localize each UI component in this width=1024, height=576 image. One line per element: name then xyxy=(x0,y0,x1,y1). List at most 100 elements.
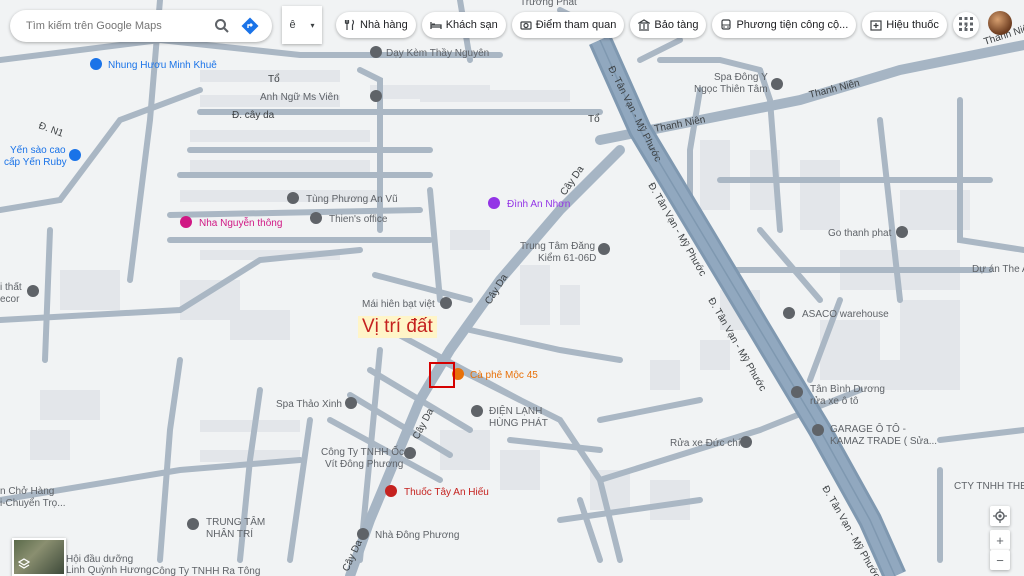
poi-label-tan-binh-duong-1: Tân Bình Dương xyxy=(810,384,885,395)
poi-label-cong-ty-oc-2: Vít Đông Phương xyxy=(325,459,403,470)
poi-label-noi-that-1: i thất xyxy=(0,281,22,293)
zoom-out-button[interactable]: − xyxy=(990,550,1010,570)
caret-down-icon: ▾ xyxy=(310,20,315,30)
poi-label-dien-lanh-2: HÙNG PHÁT xyxy=(489,416,548,429)
layers-button[interactable] xyxy=(12,538,66,576)
layers-icon xyxy=(18,558,30,569)
poi-label-yen-sao-1: Yến sào cao xyxy=(10,144,66,156)
poi-label-cong-ty-ra: Công Ty TNHH Ra Tông xyxy=(152,566,260,576)
directions-button[interactable] xyxy=(236,12,264,40)
poi-label-go-thanh-phat: Go thanh phat xyxy=(828,228,892,239)
minus-icon: − xyxy=(996,552,1004,568)
language-toggle[interactable]: ê ▾ xyxy=(282,6,322,44)
category-chips: Nhà hàng Khách sạn Điểm tham quan Bảo tà… xyxy=(336,12,979,38)
location-annotation: Vị trí đất xyxy=(358,316,437,338)
poi-label-dien-lanh-1: ĐIỆN LẠNH xyxy=(489,404,542,417)
poi-label-nha-dong-phuong: Nhà Đông Phương xyxy=(375,530,459,541)
poi-label-garage-1: GARAGE Ô TÔ - xyxy=(830,422,906,435)
apps-grid-icon xyxy=(959,17,973,31)
poi-label-thiens-office: Thien's office xyxy=(329,214,388,225)
street-label-to-1: Tổ xyxy=(268,73,280,85)
poi-pin-icon[interactable] xyxy=(488,197,500,209)
museum-icon xyxy=(638,19,651,31)
poi-label-dinh-an-nhon: Đình An Nhơn xyxy=(507,199,570,210)
search-box xyxy=(10,10,272,42)
poi-pin-icon[interactable] xyxy=(812,424,824,436)
crosshair-icon xyxy=(993,509,1007,523)
poi-pin-icon[interactable] xyxy=(90,58,102,70)
poi-label-yen-sao-2: cấp Yến Ruby xyxy=(4,156,67,168)
apps-button[interactable] xyxy=(956,14,976,34)
chip-museums[interactable]: Bảo tàng xyxy=(630,12,707,38)
map-canvas[interactable]: Thanh Niên Thanh Niên Thanh Niên Đ. Tân … xyxy=(0,0,1024,576)
poi-label-cong-ty-oc-1: Công Ty TNHH Ốc xyxy=(321,444,404,458)
poi-pin-icon[interactable] xyxy=(345,397,357,409)
poi-pin-icon[interactable] xyxy=(370,46,382,58)
poi-label-spa-dong-y-1: Spa Đông Y xyxy=(714,72,768,83)
poi-label-asaco: ASACO warehouse xyxy=(802,309,889,320)
poi-label-tan-binh-duong-2: rửa xe ô tô xyxy=(810,395,859,407)
chip-attractions[interactable]: Điểm tham quan xyxy=(511,12,625,38)
poi-label-anh-ngu: Anh Ngữ Ms Viên xyxy=(260,92,339,103)
poi-label-spa-thao: Spa Thảo Xinh xyxy=(276,399,342,410)
poi-label-noi-that-2: ecor xyxy=(0,294,20,305)
search-input[interactable] xyxy=(24,19,208,33)
chip-label: Điểm tham quan xyxy=(535,19,617,31)
poi-pin-icon[interactable] xyxy=(471,405,483,417)
poi-label-truong-phat: Trương Phát xyxy=(520,0,577,8)
fork-knife-icon xyxy=(344,19,355,30)
poi-label-spa-dong-y-2: Ngọc Thiên Tâm xyxy=(694,84,768,95)
poi-label-tung-phuong: Tùng Phương An Vũ xyxy=(306,194,398,205)
street-label-to-2: Tổ xyxy=(588,113,600,125)
directions-icon xyxy=(241,17,259,35)
poi-pin-icon[interactable] xyxy=(370,90,382,102)
poi-pin-icon[interactable] xyxy=(791,386,803,398)
poi-pin-icon[interactable] xyxy=(404,447,416,459)
poi-label-du-an: Dự án The A xyxy=(972,264,1024,275)
camera-icon xyxy=(520,21,532,30)
poi-pin-icon[interactable] xyxy=(783,307,795,319)
search-button[interactable] xyxy=(208,12,236,40)
poi-label-cty-tnhh: CTY TNHH THE xyxy=(954,481,1024,492)
chip-transit[interactable]: Phương tiện công cộ... xyxy=(712,12,857,38)
poi-pin-icon[interactable] xyxy=(357,528,369,540)
my-location-button[interactable] xyxy=(990,506,1010,526)
poi-label-rua-xe: Rửa xe Đức chí xyxy=(670,437,741,449)
chip-hotels[interactable]: Khách sạn xyxy=(421,12,506,38)
poi-pin-icon[interactable] xyxy=(310,212,322,224)
poi-label-thuoc-tay: Thuốc Tây An Hiếu xyxy=(404,486,489,498)
chip-label: Khách sạn xyxy=(445,19,498,31)
poi-label-nhung-huou: Nhung Hươu Minh Khuê xyxy=(108,60,217,71)
chip-label: Phương tiện công cộ... xyxy=(736,19,849,31)
avatar[interactable] xyxy=(988,11,1012,35)
poi-pin-icon[interactable] xyxy=(27,285,39,297)
poi-label-hoi-dau-duong-2: Linh Quỳnh Hương xyxy=(66,565,152,576)
poi-label-cho-hang-1: n Chở Hàng xyxy=(0,485,54,497)
bus-icon xyxy=(721,19,732,30)
poi-pin-icon[interactable] xyxy=(385,485,397,497)
top-bar xyxy=(10,10,272,42)
zoom-in-button[interactable]: + xyxy=(990,530,1010,550)
chip-label: Hiệu thuốc xyxy=(886,19,939,31)
pharmacy-icon xyxy=(870,20,882,31)
poi-pin-icon[interactable] xyxy=(440,297,452,309)
poi-label-trung-tam-nhan-tri-1: TRUNG TÂM xyxy=(206,515,265,528)
street-label-cay-da-5: Đ. cây da xyxy=(232,110,275,121)
plus-icon: + xyxy=(996,532,1004,548)
poi-pin-icon[interactable] xyxy=(69,149,81,161)
poi-pin-icon[interactable] xyxy=(896,226,908,238)
poi-label-mai-hien: Mái hiên bạt việt xyxy=(362,299,435,310)
poi-pin-icon[interactable] xyxy=(740,436,752,448)
poi-label-garage-2: KAMAZ TRADE ( Sửa... xyxy=(830,435,937,447)
poi-pin-icon[interactable] xyxy=(771,78,783,90)
poi-label-trung-tam-nhan-tri-2: NHÂN TRÍ xyxy=(206,527,253,540)
poi-label-cho-hang-2: i-Chuyển Trọ... xyxy=(0,497,66,509)
poi-pin-icon[interactable] xyxy=(598,243,610,255)
poi-pin-icon[interactable] xyxy=(287,192,299,204)
poi-pin-icon[interactable] xyxy=(180,216,192,228)
poi-label-trung-tam-dk-2: Kiểm 61-06D xyxy=(538,252,596,264)
chip-label: Nhà hàng xyxy=(360,19,408,31)
chip-restaurants[interactable]: Nhà hàng xyxy=(336,12,416,38)
poi-pin-icon[interactable] xyxy=(187,518,199,530)
chip-pharmacies[interactable]: Hiệu thuốc xyxy=(862,12,947,38)
